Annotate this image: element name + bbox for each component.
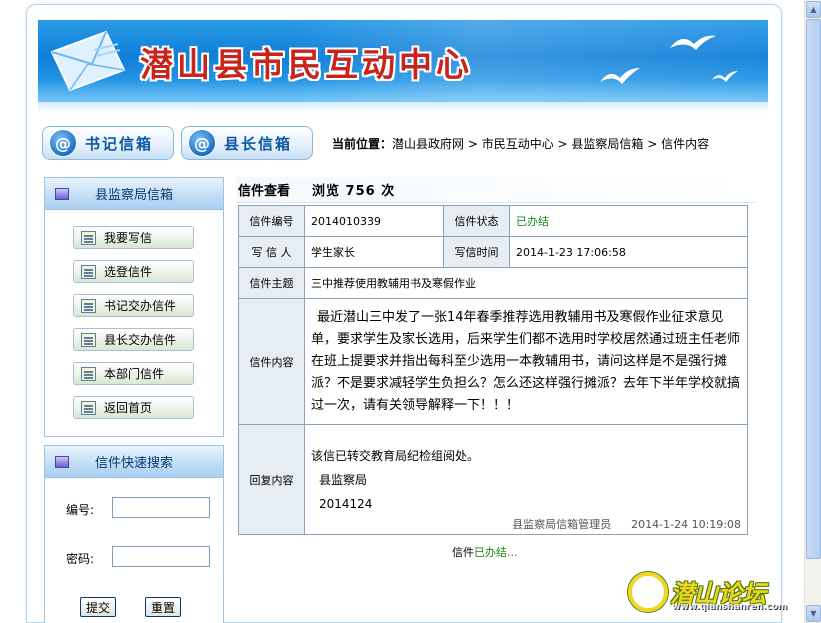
document-icon — [81, 333, 96, 347]
scroll-thumb[interactable] — [806, 19, 821, 559]
county-head-mailbox-label: 县长信箱 — [224, 134, 293, 153]
breadcrumb-link-center[interactable]: 市民互动中心 — [482, 137, 554, 151]
reply-content: 该信已转交教育局纪检组阅处。 县监察局 2014124 县监察局信箱管理员 201… — [304, 424, 748, 535]
panel-header-icon — [55, 188, 69, 200]
sidebar-mailbox-header: 县监察局信箱 — [45, 178, 223, 210]
number-input[interactable] — [112, 497, 210, 518]
document-icon — [81, 299, 96, 313]
letter-detail-table: 信件编号 2014010339 信件状态 已办结 写 信 人 学生家长 写信时间… — [238, 205, 748, 535]
vertical-scrollbar[interactable]: ▲ ▼ — [804, 0, 821, 623]
footer-status-value: 已办结... — [474, 546, 518, 559]
header-banner: 潜山县市民互动中心 — [38, 20, 768, 102]
table-row: 回复内容 该信已转交教育局纪检组阅处。 县监察局 2014124 县监察局信箱管… — [238, 424, 748, 535]
sidebar-mailbox-title: 县监察局信箱 — [94, 188, 173, 203]
at-sign-icon: @ — [49, 129, 77, 157]
letter-status-label: 信件状态 — [443, 205, 510, 237]
site-title: 潜山县市民互动中心 — [140, 45, 473, 84]
breadcrumb-current: 信件内容 — [661, 137, 710, 151]
table-row: 信件主题 三中推荐使用教辅用书及寒假作业 — [238, 267, 748, 299]
county-head-mailbox-button[interactable]: @ 县长信箱 — [181, 126, 313, 160]
secretary-mailbox-label: 书记信箱 — [85, 134, 154, 153]
password-label: 密码: — [66, 552, 95, 566]
letter-number-value: 2014010339 — [304, 205, 444, 237]
menu-item-department-letters[interactable]: 本部门信件 — [73, 362, 194, 385]
document-icon — [81, 231, 96, 245]
submit-button[interactable]: 提交 — [80, 597, 117, 617]
content-label: 信件内容 — [238, 298, 305, 425]
sidebar-mailbox-panel: 县监察局信箱 我要写信 选登信件 书记交办信件 县长交办信件 本部门信件 返回首… — [44, 177, 224, 437]
writer-label: 写 信 人 — [238, 236, 305, 268]
secretary-mailbox-button[interactable]: @ 书记信箱 — [42, 126, 174, 160]
letter-view-header: 信件查看 浏览 756 次 — [236, 177, 756, 203]
document-icon — [81, 265, 96, 279]
letter-view-title: 信件查看 — [238, 184, 291, 199]
menu-item-write-letter[interactable]: 我要写信 — [73, 226, 194, 249]
breadcrumb-link-gov[interactable]: 潜山县政府网 — [392, 137, 464, 151]
scroll-down-icon[interactable]: ▼ — [806, 605, 821, 622]
seagull-icon — [600, 68, 640, 84]
seagull-icon — [712, 71, 738, 82]
document-icon — [81, 401, 96, 415]
document-icon — [81, 367, 96, 381]
sidebar-search-title: 信件快速搜索 — [94, 456, 173, 471]
write-time-value: 2014-1-23 17:06:58 — [509, 236, 748, 268]
menu-item-home[interactable]: 返回首页 — [73, 396, 194, 419]
reset-button[interactable]: 重置 — [145, 597, 182, 617]
number-label: 编号: — [66, 503, 95, 517]
write-time-label: 写信时间 — [443, 236, 510, 268]
reply-signature: 县监察局信箱管理员 2014-1-24 10:19:08 — [512, 516, 741, 532]
footer-status: 信件已办结... — [452, 546, 518, 559]
watermark-url: www.qianshanren.com — [672, 602, 788, 612]
panel-header-icon — [55, 456, 69, 468]
forum-logo-icon — [628, 572, 668, 612]
envelope-logo-icon — [50, 30, 126, 92]
subject-label: 信件主题 — [238, 267, 305, 299]
forum-watermark: 潜山论坛 www.qianshanren.com — [626, 568, 796, 618]
at-sign-icon: @ — [188, 129, 216, 157]
table-row: 信件内容 最近潜山三中发了一张14年春季推荐选用教辅用书及寒假作业征求意见单，要… — [238, 298, 748, 425]
letter-status-value: 已办结 — [509, 205, 748, 237]
breadcrumb: 当前位置：潜山县政府网 > 市民互动中心 > 县监察局信箱 > 信件内容 — [332, 137, 710, 151]
writer-value: 学生家长 — [304, 236, 444, 268]
table-row: 写 信 人 学生家长 写信时间 2014-1-23 17:06:58 — [238, 236, 748, 268]
subject-value: 三中推荐使用教辅用书及寒假作业 — [304, 267, 748, 299]
reply-signer: 县监察局信箱管理员 — [512, 518, 612, 531]
password-input[interactable] — [112, 546, 210, 567]
sidebar-search-panel: 信件快速搜索 编号: 密码: 提交 重置 — [44, 445, 224, 623]
breadcrumb-prefix: 当前位置： — [332, 137, 393, 151]
breadcrumb-link-mailbox[interactable]: 县监察局信箱 — [571, 137, 643, 151]
menu-item-secretary-assigned[interactable]: 书记交办信件 — [73, 294, 194, 317]
seagull-icon — [670, 35, 716, 50]
sidebar-search-header: 信件快速搜索 — [45, 446, 223, 478]
reply-line: 2014124 — [319, 496, 373, 511]
reply-time: 2014-1-24 10:19:08 — [631, 518, 741, 531]
scroll-up-icon[interactable]: ▲ — [806, 1, 821, 18]
menu-item-county-head-assigned[interactable]: 县长交办信件 — [73, 328, 194, 351]
letter-content: 最近潜山三中发了一张14年春季推荐选用教辅用书及寒假作业征求意见单，要求学生及家… — [304, 298, 748, 425]
reply-label: 回复内容 — [238, 424, 305, 535]
view-count: 浏览 756 次 — [312, 184, 396, 199]
letter-number-label: 信件编号 — [238, 205, 305, 237]
reply-line: 县监察局 — [319, 472, 368, 487]
reply-line: 该信已转交教育局纪检组阅处。 — [311, 448, 480, 463]
menu-item-selected-letters[interactable]: 选登信件 — [73, 260, 194, 283]
table-row: 信件编号 2014010339 信件状态 已办结 — [238, 205, 748, 237]
